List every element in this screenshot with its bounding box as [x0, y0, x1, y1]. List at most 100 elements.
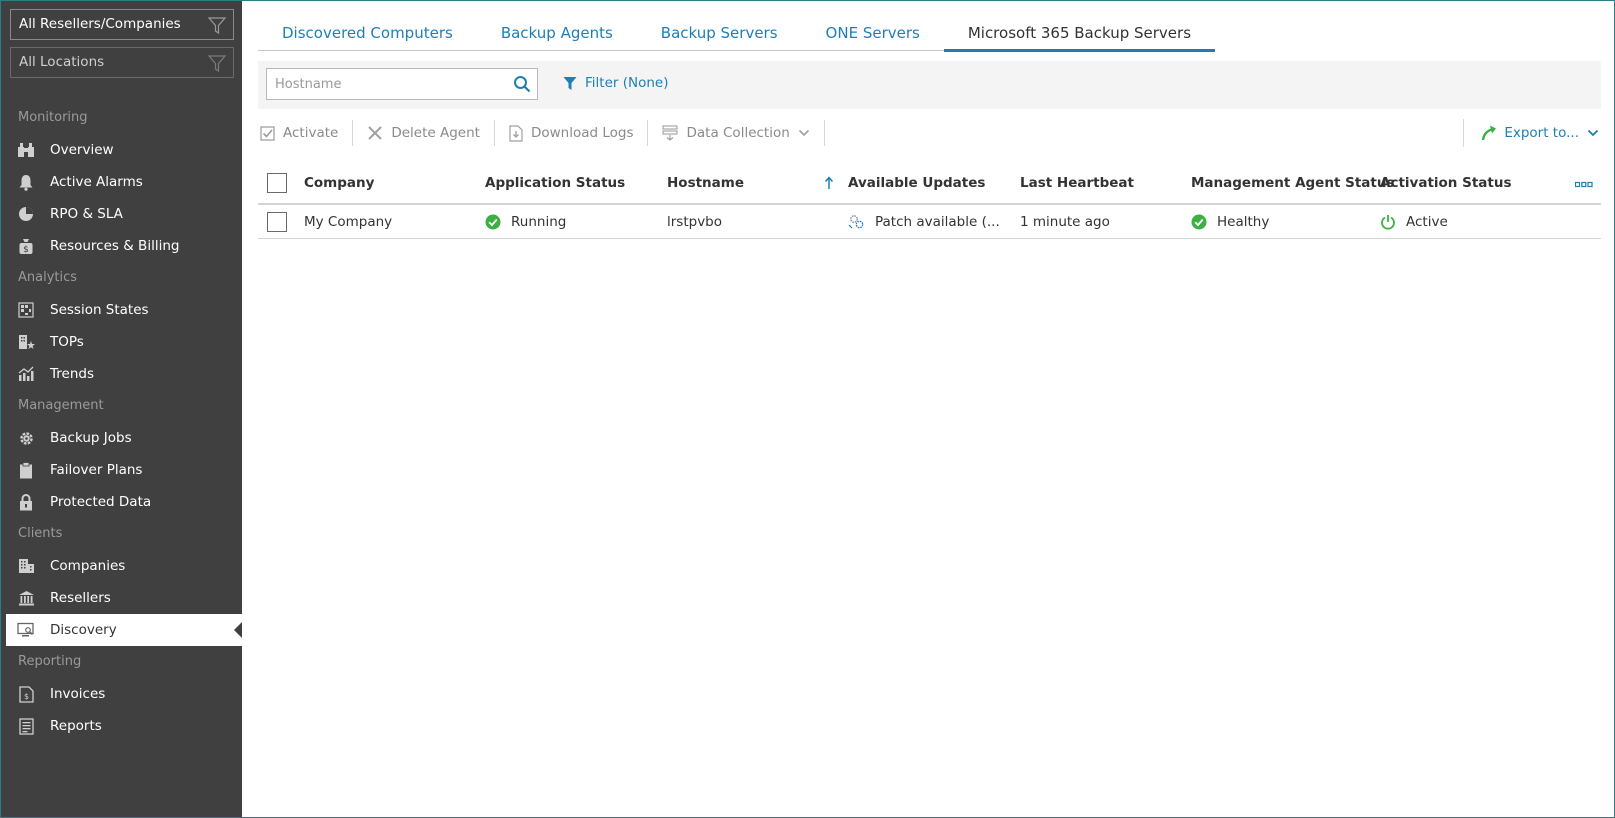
sidebar-item-label: Resellers [50, 590, 111, 606]
delete-agent-label: Delete Agent [391, 125, 480, 141]
company-scope-select[interactable]: All Resellers/Companies [10, 9, 234, 40]
main-content: Discovered Computers Backup Agents Backu… [242, 1, 1614, 817]
section-management: Management [18, 398, 104, 413]
sidebar-item-label: Failover Plans [50, 462, 143, 478]
sidebar-item-active-alarms[interactable]: Active Alarms [6, 166, 242, 198]
sidebar-item-label: Companies [50, 558, 126, 574]
buildings-icon [17, 557, 35, 575]
sidebar-item-rpo-sla[interactable]: RPO & SLA [6, 198, 242, 230]
sidebar: All Resellers/Companies All Locations Mo… [1, 1, 242, 817]
bell-icon [17, 173, 35, 191]
app-status-text: Running [511, 213, 567, 230]
sidebar-item-label: Trends [50, 366, 94, 382]
delete-agent-button[interactable]: Delete Agent [353, 120, 495, 146]
cell-company: My Company [304, 213, 393, 230]
sidebar-item-label: Discovery [50, 622, 117, 638]
location-scope-select[interactable]: All Locations [10, 47, 234, 78]
tab-m365-backup-servers[interactable]: Microsoft 365 Backup Servers [943, 21, 1216, 52]
tab-backup-servers[interactable]: Backup Servers [637, 21, 802, 51]
sidebar-item-label: Reports [50, 718, 102, 734]
activate-button[interactable]: Activate [258, 120, 354, 146]
column-company[interactable]: Company [304, 175, 374, 191]
sidebar-item-discovery[interactable]: Discovery [6, 614, 242, 646]
sidebar-item-trends[interactable]: Trends [6, 358, 242, 390]
sidebar-item-label: Backup Jobs [50, 430, 132, 446]
sidebar-item-backup-jobs[interactable]: Backup Jobs [6, 422, 242, 454]
sort-ascending-icon [824, 176, 834, 190]
checkbox-check-icon [260, 125, 275, 141]
grid-calendar-icon [17, 301, 35, 319]
column-application-status[interactable]: Application Status [485, 175, 625, 191]
tab-discovered-computers[interactable]: Discovered Computers [258, 21, 477, 51]
tab-one-servers[interactable]: ONE Servers [802, 21, 944, 51]
sidebar-item-label: Resources & Billing [50, 238, 180, 254]
sidebar-item-label: RPO & SLA [50, 206, 123, 222]
chevron-down-icon [798, 129, 809, 137]
sidebar-item-overview[interactable]: Overview [6, 134, 242, 166]
cell-available-updates: Patch available (... [848, 213, 1000, 230]
column-options-icon[interactable] [1574, 177, 1593, 193]
table-row[interactable]: My Company Running lrstpvbo Patch availa… [258, 205, 1601, 239]
filter-bar: Filter (None) [258, 61, 1601, 109]
activate-label: Activate [283, 125, 339, 141]
clipboard-icon [17, 461, 35, 479]
sidebar-item-session-states[interactable]: Session States [6, 294, 242, 326]
row-checkbox[interactable] [267, 211, 287, 232]
download-logs-button[interactable]: Download Logs [495, 120, 649, 146]
close-icon [368, 126, 383, 140]
section-reporting: Reporting [18, 654, 82, 669]
filter-button[interactable]: Filter (None) [563, 75, 668, 91]
cell-activation-status: Active [1380, 214, 1448, 230]
data-collection-button[interactable]: Data Collection [648, 120, 825, 146]
sidebar-item-resources-billing[interactable]: $ Resources & Billing [6, 230, 242, 262]
filter-label: Filter (None) [585, 75, 669, 91]
section-monitoring: Monitoring [18, 110, 88, 125]
tab-backup-agents[interactable]: Backup Agents [477, 21, 637, 51]
cell-last-heartbeat: 1 minute ago [1020, 213, 1110, 230]
mgmt-status-text: Healthy [1217, 213, 1270, 230]
chevron-down-icon [1587, 129, 1599, 137]
download-file-icon [509, 124, 523, 142]
funnel-icon [207, 17, 227, 35]
sidebar-item-companies[interactable]: Companies [6, 550, 242, 582]
report-document-icon [17, 717, 35, 735]
select-all-checkbox[interactable] [267, 173, 287, 193]
activation-status-text: Active [1406, 213, 1448, 230]
sidebar-item-label: Session States [50, 302, 149, 318]
svg-text:$: $ [23, 245, 29, 255]
patch-gears-icon [848, 215, 864, 229]
toolbar: Activate Delete Agent Download Logs Data… [258, 119, 1601, 147]
column-last-heartbeat[interactable]: Last Heartbeat [1020, 175, 1134, 191]
cell-hostname: lrstpvbo [667, 213, 723, 230]
sidebar-item-invoices[interactable]: $ Invoices [6, 678, 242, 710]
search-icon[interactable] [513, 75, 531, 93]
export-arrow-icon [1482, 125, 1497, 141]
search-box [266, 68, 538, 100]
lock-icon [17, 493, 35, 511]
sidebar-item-resellers[interactable]: Resellers [6, 582, 242, 614]
filter-icon [563, 76, 577, 90]
money-bag-icon: $ [17, 237, 35, 255]
sidebar-item-reports[interactable]: Reports [6, 710, 242, 742]
column-hostname[interactable]: Hostname [667, 175, 744, 191]
section-analytics: Analytics [18, 270, 78, 285]
sidebar-item-protected-data[interactable]: Protected Data [6, 486, 242, 518]
updates-text[interactable]: Patch available (... [875, 214, 1000, 230]
column-activation-status[interactable]: Activation Status [1380, 175, 1512, 191]
section-clients: Clients [18, 526, 63, 541]
column-available-updates[interactable]: Available Updates [848, 175, 985, 191]
sidebar-item-label: Overview [50, 142, 114, 158]
sidebar-item-tops[interactable]: TOPs [6, 326, 242, 358]
servers-table: Company Application Status Hostname Avai… [258, 163, 1601, 239]
trend-chart-icon [17, 365, 35, 383]
sidebar-item-failover-plans[interactable]: Failover Plans [6, 454, 242, 486]
success-check-icon [1191, 214, 1207, 229]
search-input[interactable] [267, 69, 497, 99]
export-button[interactable]: Export to... [1463, 119, 1599, 147]
cell-management-agent-status: Healthy [1191, 214, 1269, 230]
pie-chart-icon [17, 205, 35, 223]
column-management-agent-status[interactable]: Management Agent Status [1191, 175, 1395, 191]
sidebar-item-label: TOPs [50, 334, 84, 350]
export-label: Export to... [1504, 125, 1579, 141]
tab-bar: Discovered Computers Backup Agents Backu… [258, 21, 1216, 52]
